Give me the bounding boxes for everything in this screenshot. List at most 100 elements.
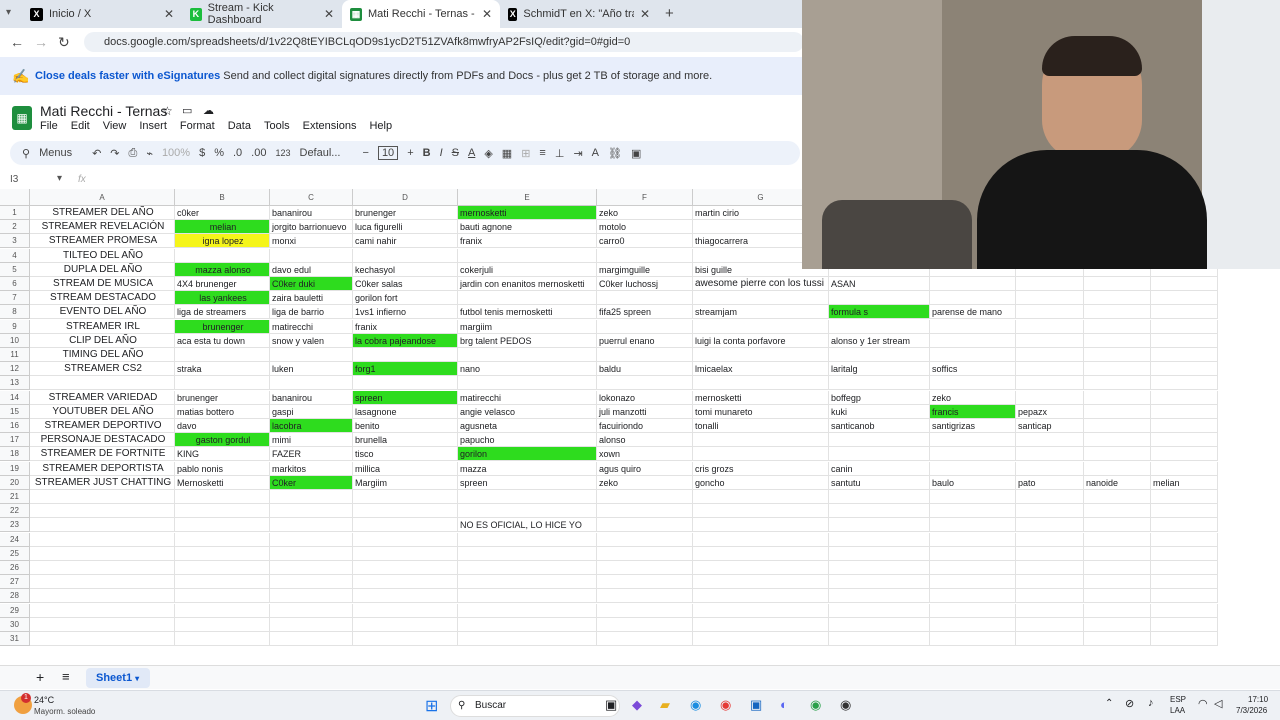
- cell[interactable]: [930, 632, 1016, 646]
- wifi-icon[interactable]: ◠: [1198, 697, 1208, 710]
- row-header[interactable]: 4: [0, 248, 30, 263]
- cell[interactable]: [693, 518, 829, 533]
- cell[interactable]: [1084, 490, 1151, 504]
- cell[interactable]: c0ker: [175, 206, 270, 220]
- cell[interactable]: [458, 490, 597, 504]
- cell[interactable]: goncho: [693, 475, 829, 490]
- cell[interactable]: C0ker: [270, 475, 353, 490]
- cell[interactable]: [1084, 305, 1151, 320]
- cell[interactable]: [458, 532, 597, 547]
- cell[interactable]: formula s: [829, 305, 930, 320]
- cell[interactable]: [270, 603, 353, 618]
- cell[interactable]: [1016, 490, 1084, 504]
- cell[interactable]: STREAMER JUST CHATTING: [30, 475, 175, 490]
- cell[interactable]: [353, 348, 458, 362]
- cell[interactable]: gorilon: [458, 447, 597, 462]
- vertical-align-icon[interactable]: ⊥: [555, 147, 565, 160]
- cell[interactable]: [30, 532, 175, 547]
- row-header[interactable]: 12: [0, 362, 30, 377]
- cell[interactable]: [270, 589, 353, 604]
- forward-icon[interactable]: →: [34, 34, 48, 50]
- cell[interactable]: [458, 504, 597, 519]
- cell[interactable]: aca esta tu down: [175, 333, 270, 348]
- fill-color-icon[interactable]: ◈: [484, 147, 492, 160]
- cell[interactable]: [353, 603, 458, 618]
- cell[interactable]: papucho: [458, 433, 597, 448]
- cell[interactable]: [1016, 319, 1084, 334]
- cell[interactable]: [175, 248, 270, 263]
- cell[interactable]: [175, 561, 270, 575]
- row-header[interactable]: 3: [0, 234, 30, 249]
- row-header[interactable]: 22: [0, 504, 30, 519]
- cell[interactable]: [693, 504, 829, 519]
- cell[interactable]: [1151, 291, 1218, 306]
- volume-icon[interactable]: ◁: [1214, 697, 1222, 710]
- cell[interactable]: [1084, 277, 1151, 291]
- cell[interactable]: [1016, 461, 1084, 476]
- font-family-select[interactable]: Defaul...: [300, 147, 354, 159]
- close-tab-icon[interactable]: ✕: [482, 7, 492, 21]
- app-icon[interactable]: ◉: [840, 697, 851, 713]
- cell[interactable]: gorilon fort: [353, 291, 458, 306]
- cell[interactable]: jorgito barrionuevo: [270, 220, 353, 235]
- row-header[interactable]: 7: [0, 291, 30, 306]
- cell[interactable]: [1084, 376, 1151, 391]
- cell[interactable]: santicanob: [829, 419, 930, 433]
- cell[interactable]: [597, 518, 693, 533]
- cell[interactable]: [829, 447, 930, 462]
- comment-icon[interactable]: ▣: [631, 147, 641, 160]
- cell[interactable]: [353, 546, 458, 561]
- cell[interactable]: [1016, 632, 1084, 646]
- cell[interactable]: [597, 546, 693, 561]
- cell[interactable]: facuiriondo: [597, 419, 693, 433]
- cell[interactable]: franix: [353, 319, 458, 334]
- cell[interactable]: [1016, 277, 1084, 291]
- cell[interactable]: juli manzotti: [597, 404, 693, 419]
- row-header[interactable]: 28: [0, 589, 30, 604]
- cell[interactable]: [353, 617, 458, 632]
- name-box-chevron-icon[interactable]: ▾: [57, 173, 62, 184]
- cell[interactable]: [693, 319, 829, 334]
- cell[interactable]: alonso: [597, 433, 693, 448]
- cell[interactable]: [458, 575, 597, 590]
- cell[interactable]: santutu: [829, 475, 930, 490]
- cell[interactable]: [1016, 561, 1084, 575]
- cell[interactable]: [1151, 617, 1218, 632]
- cell[interactable]: matirecchi: [458, 390, 597, 405]
- cell[interactable]: [829, 575, 930, 590]
- cell[interactable]: [829, 504, 930, 519]
- cell[interactable]: [353, 632, 458, 646]
- cell[interactable]: TILTEO DEL AÑO: [30, 248, 175, 263]
- cell[interactable]: [1151, 490, 1218, 504]
- row-header[interactable]: 26: [0, 561, 30, 575]
- cell[interactable]: [930, 617, 1016, 632]
- cell[interactable]: pepazx: [1016, 404, 1084, 419]
- cell[interactable]: [693, 561, 829, 575]
- cell[interactable]: [30, 617, 175, 632]
- cell[interactable]: YOUTUBER DEL AÑO: [30, 404, 175, 419]
- cell[interactable]: [1151, 589, 1218, 604]
- cell[interactable]: [30, 546, 175, 561]
- name-box[interactable]: I3: [10, 174, 18, 185]
- cell[interactable]: [30, 376, 175, 391]
- cell[interactable]: [1151, 376, 1218, 391]
- cell[interactable]: la cobra pajeandose: [353, 333, 458, 348]
- cell[interactable]: [930, 433, 1016, 448]
- cell[interactable]: [270, 376, 353, 391]
- cell[interactable]: [1151, 632, 1218, 646]
- text-color-icon[interactable]: A: [468, 147, 475, 159]
- cell[interactable]: STREAMER REVELACIÓN: [30, 220, 175, 235]
- sheets-logo-icon[interactable]: ▦: [12, 106, 32, 130]
- row-header[interactable]: 25: [0, 546, 30, 561]
- cell[interactable]: 1vs1 infierno: [353, 305, 458, 320]
- cell[interactable]: [693, 447, 829, 462]
- cell[interactable]: C0ker luchossj: [597, 277, 693, 291]
- cell[interactable]: motolo: [597, 220, 693, 235]
- cell[interactable]: [270, 617, 353, 632]
- cell[interactable]: [30, 632, 175, 646]
- cell[interactable]: [829, 348, 930, 362]
- cell[interactable]: 4X4 brunenger: [175, 277, 270, 291]
- cell[interactable]: Mernosketti: [175, 475, 270, 490]
- cell[interactable]: [693, 575, 829, 590]
- cell[interactable]: [930, 461, 1016, 476]
